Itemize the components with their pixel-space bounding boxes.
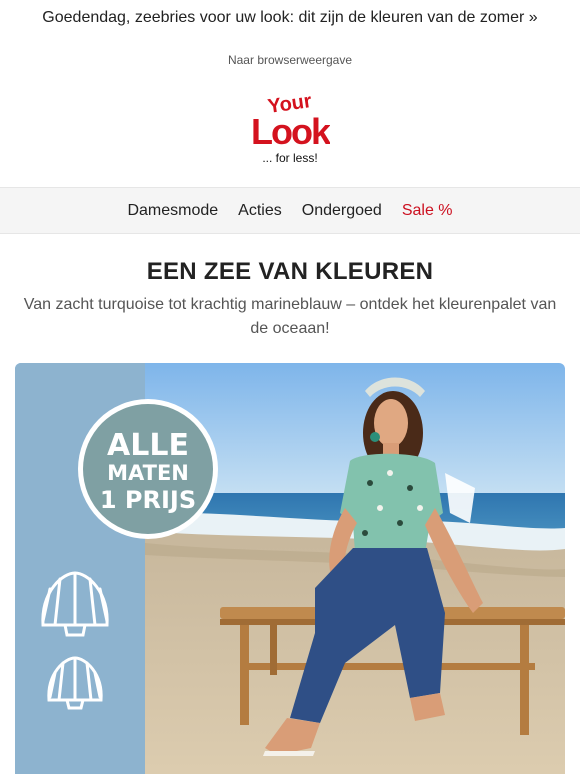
badge-line2: MATEN — [107, 461, 189, 485]
nav-item-damesmode[interactable]: Damesmode — [117, 202, 228, 220]
page-subtitle: Van zacht turquoise tot krachtig marineb… — [23, 296, 557, 337]
your-look-logo[interactable]: Your Look ... for less! — [250, 88, 334, 168]
badge-line3: 1 PRIJS — [100, 486, 196, 514]
sizes-badge: ALLE MATEN 1 PRIJS — [78, 399, 218, 539]
logo-line2: Look — [251, 111, 330, 152]
logo-icon: Your Look ... for less! — [251, 90, 334, 165]
hero-banner[interactable]: ALLE MATEN 1 PRIJS — [15, 363, 565, 774]
preheader-text[interactable]: Goedendag, zeebries voor uw look: dit zi… — [0, 9, 580, 27]
nav-item-acties[interactable]: Acties — [228, 202, 292, 220]
hero-image: ALLE MATEN 1 PRIJS — [15, 363, 565, 774]
nav-item-ondergoed[interactable]: Ondergoed — [292, 202, 392, 220]
badge-line1: ALLE — [107, 428, 189, 463]
main-nav: Damesmode Acties Ondergoed Sale % — [0, 187, 580, 234]
logo-tagline: ... for less! — [262, 151, 317, 165]
page-title: EEN ZEE VAN KLEUREN — [146, 258, 434, 285]
nav-item-sale[interactable]: Sale % — [392, 202, 463, 220]
browser-view-link[interactable]: Naar browserweergave — [0, 53, 580, 67]
